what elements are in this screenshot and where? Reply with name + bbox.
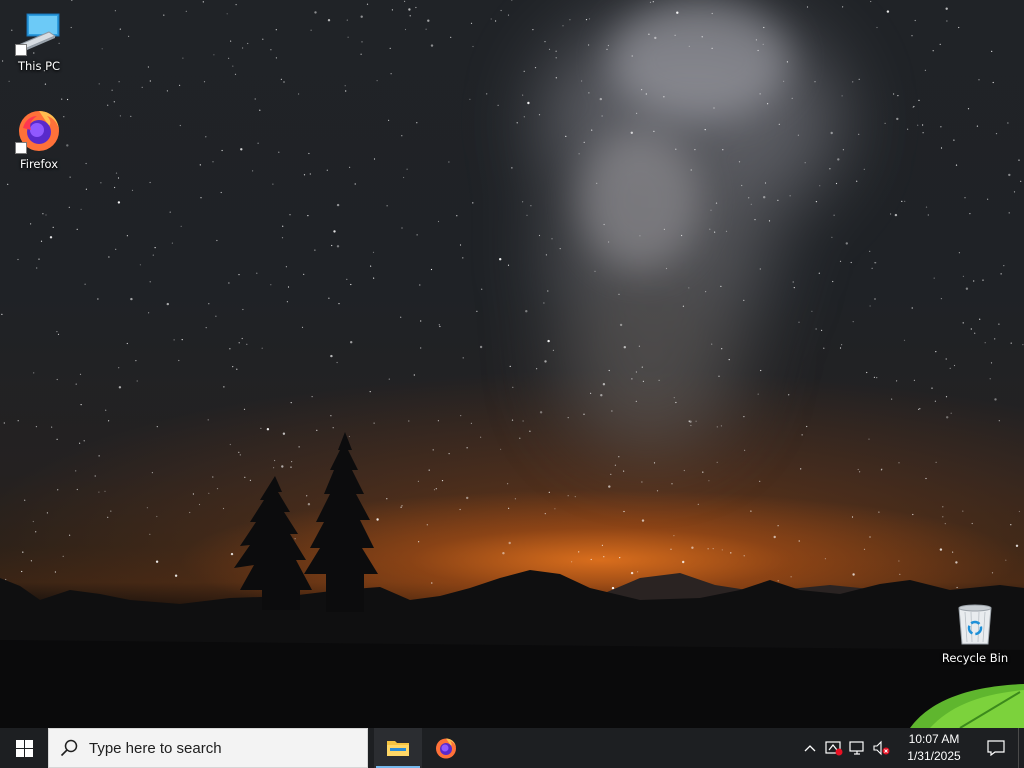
taskbar-firefox[interactable] (422, 728, 470, 768)
taskbar-file-explorer[interactable] (374, 728, 422, 768)
volume-muted-icon[interactable] (870, 728, 894, 768)
display-icon[interactable] (846, 728, 870, 768)
chevron-up-icon[interactable] (798, 728, 822, 768)
action-center-button[interactable] (974, 728, 1018, 768)
network-error-icon[interactable] (822, 728, 846, 768)
start-button[interactable] (0, 728, 48, 768)
desktop-icon-recycle-bin[interactable]: Recycle Bin (937, 600, 1013, 665)
desktop-icon-label: This PC (17, 59, 61, 73)
taskbar-clock[interactable]: 10:07 AM 1/31/2025 (894, 728, 974, 768)
search-placeholder: Type here to search (89, 739, 222, 757)
system-tray: 10:07 AM 1/31/2025 (798, 728, 1024, 768)
desktop-icon-firefox[interactable]: Firefox (1, 106, 77, 171)
clock-time: 10:07 AM (908, 732, 960, 746)
firefox-icon (15, 106, 63, 154)
desktop-wallpaper (0, 0, 1024, 728)
folder-icon (387, 741, 409, 756)
windows-logo-icon (15, 739, 33, 757)
taskbar-search-box[interactable]: Type here to search (48, 728, 368, 768)
desktop-icon-this-pc[interactable]: This PC (1, 8, 77, 73)
mountain-silhouette (0, 432, 1024, 728)
recycle-bin-icon (951, 600, 999, 648)
desktop-icon-label: Recycle Bin (941, 651, 1009, 665)
search-icon (49, 728, 89, 768)
tent-decoration (910, 684, 1024, 728)
shortcut-arrow-icon (15, 142, 27, 154)
computer-icon (15, 8, 63, 56)
show-desktop-button[interactable] (1018, 728, 1024, 768)
clock-date: 1/31/2025 (907, 749, 961, 763)
desktop-icon-label: Firefox (19, 157, 59, 171)
taskbar: Type here to search 10:07 AM 1/31/2025 (0, 728, 1024, 768)
shortcut-arrow-icon (15, 44, 27, 56)
action-center-icon (987, 740, 1005, 756)
firefox-icon (436, 738, 456, 759)
